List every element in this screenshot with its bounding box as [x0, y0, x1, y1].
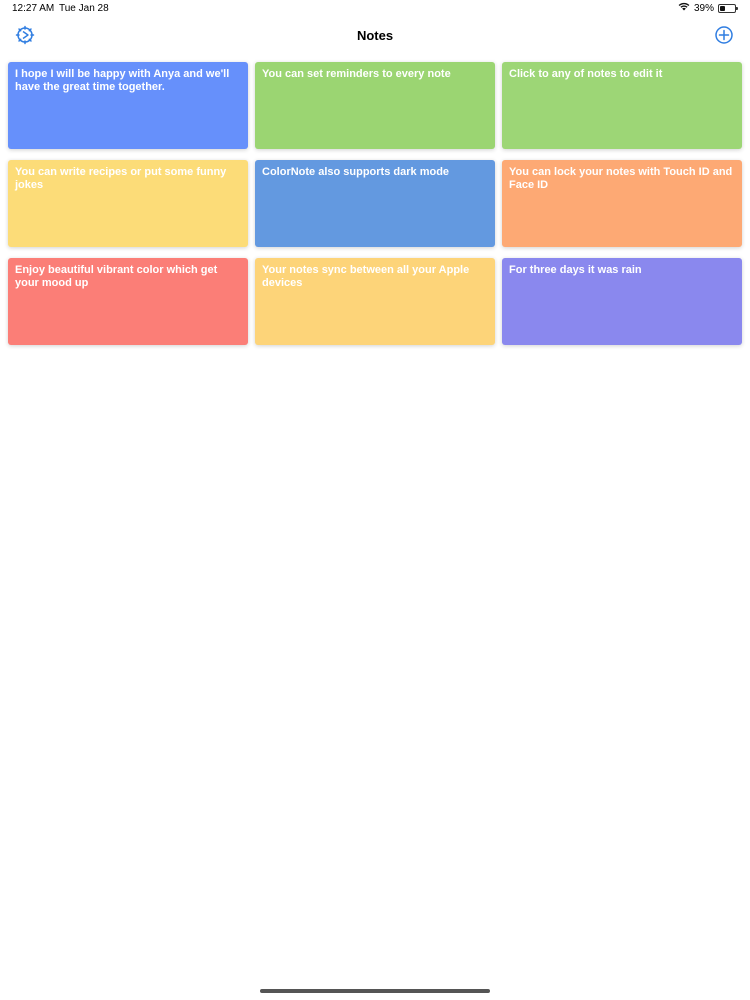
battery-icon — [718, 3, 738, 13]
note-card[interactable]: ColorNote also supports dark mode — [255, 160, 495, 247]
battery-percentage: 39% — [693, 2, 714, 14]
note-card[interactable]: Your notes sync between all your Apple d… — [255, 258, 495, 345]
home-indicator[interactable] — [260, 989, 490, 993]
note-card[interactable]: I hope I will be happy with Anya and we'… — [8, 62, 248, 149]
navigation-bar: Notes — [0, 22, 750, 52]
note-card[interactable]: Click to any of notes to edit it — [502, 62, 742, 149]
add-circle-icon — [714, 25, 734, 50]
wifi-icon — [678, 2, 690, 14]
note-card[interactable]: You can lock your notes with Touch ID an… — [502, 160, 742, 247]
note-card[interactable]: You can set reminders to every note — [255, 62, 495, 149]
notes-grid: I hope I will be happy with Anya and we'… — [8, 62, 743, 345]
page-title: Notes — [356, 28, 394, 43]
status-time: 12:27 AM — [12, 3, 55, 14]
note-card[interactable]: For three days it was rain — [502, 258, 742, 345]
status-date: Tue Jan 28 — [59, 3, 109, 14]
status-indicators: 39% — [678, 2, 738, 14]
note-card[interactable]: Enjoy beautiful vibrant color which get … — [8, 258, 248, 345]
add-note-button[interactable] — [713, 25, 735, 50]
note-card[interactable]: You can write recipes or put some funny … — [8, 160, 248, 247]
status-bar: 12:27 AM Tue Jan 28 39% — [0, 0, 750, 18]
battery-fill — [720, 5, 725, 11]
